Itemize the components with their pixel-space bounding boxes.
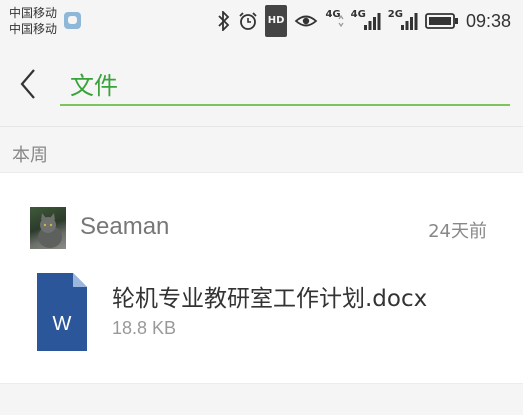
- hd-icon: HD: [264, 5, 288, 37]
- title-field: 文件: [60, 58, 510, 106]
- word-file-icon[interactable]: W: [37, 273, 87, 351]
- status-bar: 中国移动 中国移动 HD 4G 4G 2G 09:38: [0, 0, 523, 48]
- back-button[interactable]: [12, 64, 48, 104]
- signal-4g-primary: 4G: [325, 7, 344, 35]
- bluetooth-icon: [217, 7, 231, 35]
- page-title: 文件: [70, 72, 118, 100]
- avatar: [30, 207, 66, 249]
- item-timestamp: 24天前: [428, 221, 487, 242]
- file-size: 18.8 KB: [112, 318, 177, 338]
- chevron-left-icon: [20, 69, 35, 99]
- cat-avatar-icon: [38, 213, 62, 248]
- signal-bars-icon: [363, 13, 381, 30]
- sender-name: Seaman: [80, 213, 170, 240]
- clock-time: 09:38: [465, 10, 511, 31]
- app-header: 文件: [0, 48, 523, 126]
- signal-2g: 2G: [388, 7, 418, 35]
- carrier-labels: 中国移动 中国移动: [9, 5, 57, 37]
- file-list-item[interactable]: Seaman 24天前 W 轮机专业教研室工作计划.docx 18.8 KB: [0, 172, 523, 384]
- section-header: 本周: [0, 126, 523, 173]
- battery-icon: [425, 7, 459, 35]
- eye-icon: [294, 7, 318, 35]
- notification-app-icon: [64, 12, 81, 29]
- status-icons: HD 4G 4G 2G 09:38: [217, 5, 511, 37]
- signal-4g-secondary: 4G: [351, 7, 381, 35]
- file-icon-letter: W: [53, 313, 72, 335]
- data-arrows-icon: [338, 14, 344, 28]
- section-label: 本周: [12, 145, 48, 166]
- signal-bars-2-icon: [400, 13, 418, 30]
- carrier-2: 中国移动: [9, 22, 58, 36]
- carrier-1: 中国移动: [9, 6, 58, 20]
- file-name[interactable]: 轮机专业教研室工作计划.docx: [112, 279, 427, 313]
- alarm-icon: [238, 7, 258, 35]
